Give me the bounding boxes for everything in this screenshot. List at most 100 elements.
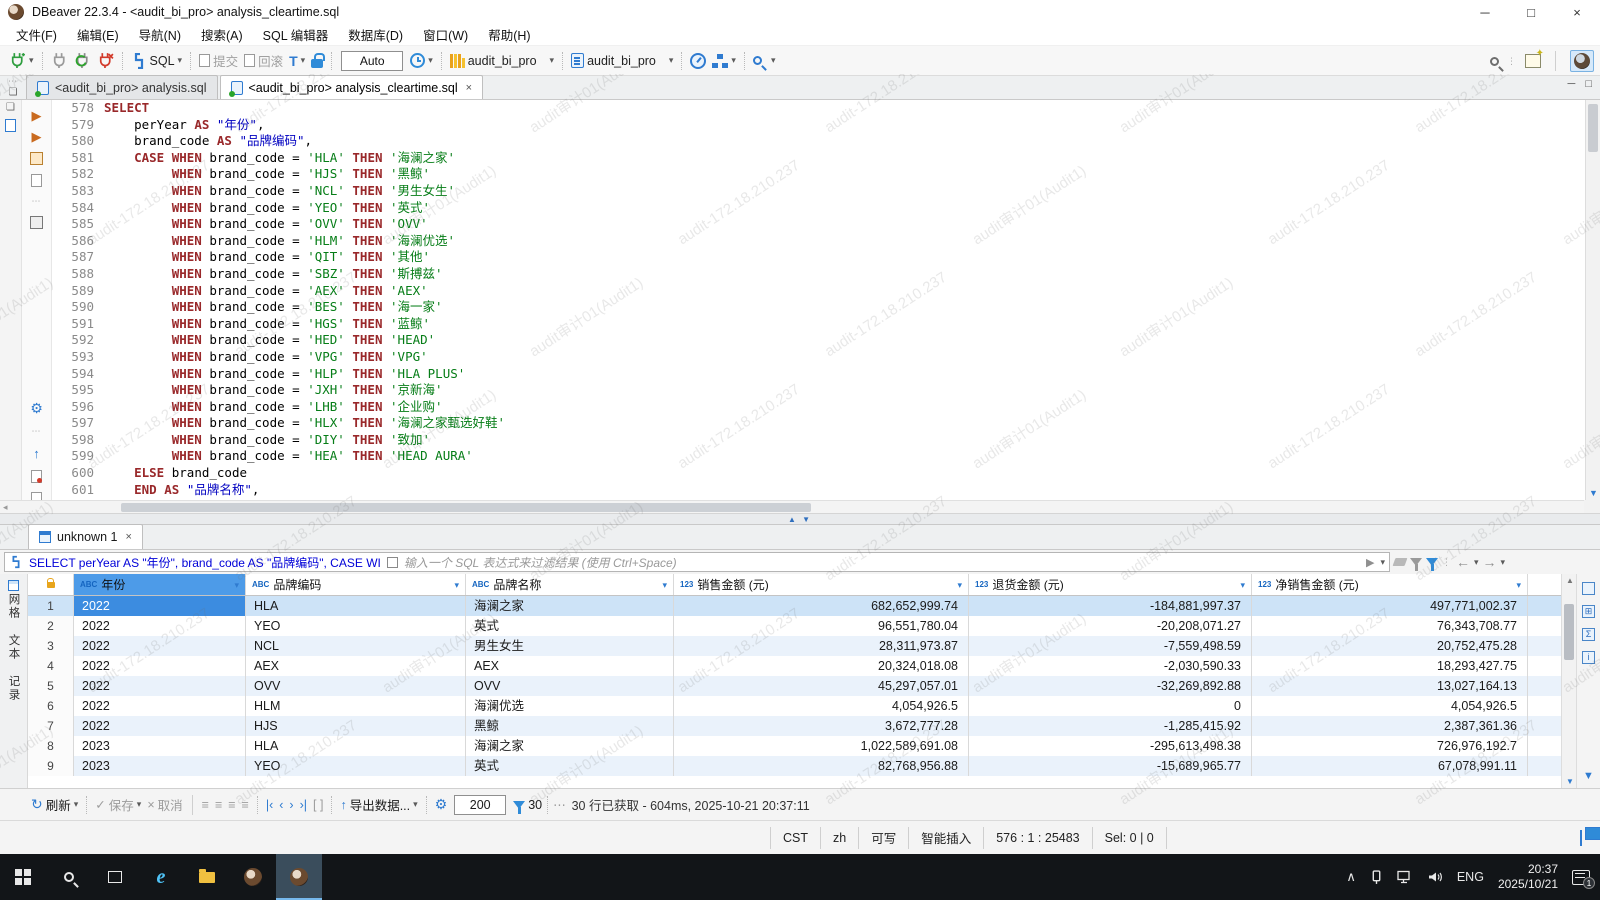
forward-icon[interactable]: → bbox=[1483, 554, 1497, 570]
delete-row-button[interactable]: ≡ bbox=[225, 796, 238, 814]
file-explorer-button[interactable] bbox=[184, 854, 230, 900]
code-line[interactable]: 593 WHEN brand_code = 'VPG' THEN 'VPG' bbox=[52, 349, 1585, 366]
settings-gear-icon[interactable]: ⚙ bbox=[30, 400, 43, 417]
grid-settings-gear[interactable]: ⚙ bbox=[432, 794, 451, 815]
table-row[interactable]: 22022YEO英式96,551,780.04-20,208,071.2776,… bbox=[28, 616, 1561, 636]
dbeaver-taskbar-button-active[interactable] bbox=[276, 854, 322, 900]
sql-editor-button[interactable]: SQL ▾ bbox=[128, 51, 186, 71]
editor-tab[interactable]: <audit_bi_pro> analysis_cleartime.sql× bbox=[220, 75, 484, 99]
disconnect-button[interactable] bbox=[48, 50, 71, 71]
execute-script-button[interactable]: ▶ bbox=[32, 131, 42, 143]
first-page-button[interactable]: |‹ bbox=[263, 796, 276, 814]
grid-corner-lock[interactable] bbox=[28, 574, 74, 595]
grid-cell[interactable]: 20,324,018.08 bbox=[674, 656, 969, 676]
sort-caret-icon[interactable]: ▾ bbox=[454, 574, 459, 596]
database-selector[interactable]: audit_bi_pro ▾ bbox=[447, 52, 557, 70]
column-header[interactable]: 123销售金额 (元)▾ bbox=[674, 574, 969, 595]
menu-item[interactable]: 窗口(W) bbox=[413, 23, 478, 46]
grid-cell[interactable]: -184,881,997.37 bbox=[969, 596, 1252, 616]
tray-expand-icon[interactable]: ∧ bbox=[1346, 869, 1356, 885]
language-indicator[interactable]: ENG bbox=[1457, 870, 1484, 884]
open-perspective-icon[interactable] bbox=[1525, 54, 1541, 68]
custom-filter-icon[interactable] bbox=[1426, 558, 1438, 566]
network-icon[interactable] bbox=[1397, 870, 1413, 884]
sort-caret-icon[interactable]: ▾ bbox=[1240, 574, 1245, 596]
calc-panel-icon[interactable]: Σ bbox=[1582, 628, 1595, 641]
grid-cell[interactable]: 96,551,780.04 bbox=[674, 616, 969, 636]
table-row[interactable]: 42022AEXAEX20,324,018.08-2,030,590.3318,… bbox=[28, 656, 1561, 676]
minimize-button[interactable]: ─ bbox=[1462, 0, 1508, 24]
grid-cell[interactable]: -32,269,892.88 bbox=[969, 676, 1252, 696]
result-view-tab-grid[interactable]: 网格 bbox=[6, 580, 22, 620]
grid-cell[interactable]: 海澜优选 bbox=[466, 696, 674, 716]
connect-button[interactable]: ▾ bbox=[6, 50, 37, 71]
start-button[interactable] bbox=[0, 854, 46, 900]
menu-item[interactable]: 导航(N) bbox=[129, 23, 191, 46]
table-row[interactable]: 52022OVVOVV45,297,057.01-32,269,892.8813… bbox=[28, 676, 1561, 696]
sort-caret-icon[interactable]: ▾ bbox=[1516, 574, 1521, 596]
grid-cell[interactable]: YEO bbox=[246, 616, 466, 636]
code-line[interactable]: 596 WHEN brand_code = 'LHB' THEN '企业购' bbox=[52, 399, 1585, 416]
commit-mode-box[interactable]: Auto bbox=[341, 51, 403, 71]
column-header[interactable]: 123净销售金额 (元)▾ bbox=[1252, 574, 1528, 595]
save-button[interactable]: ✓ 保存 ▾ bbox=[92, 793, 144, 816]
code-line[interactable]: 591 WHEN brand_code = 'HGS' THEN '蓝鲸' bbox=[52, 316, 1585, 333]
scroll-up-icon[interactable]: ▲ bbox=[1566, 576, 1574, 585]
grid-cell[interactable]: -1,285,415.92 bbox=[969, 716, 1252, 736]
grid-cell[interactable]: 2022 bbox=[74, 676, 246, 696]
grid-cell[interactable]: -2,030,590.33 bbox=[969, 656, 1252, 676]
row-number[interactable]: 7 bbox=[28, 716, 74, 736]
fetch-all-button[interactable]: [ ] bbox=[310, 796, 326, 814]
taskbar-search-button[interactable] bbox=[46, 854, 92, 900]
code-line[interactable]: 586 WHEN brand_code = 'HLM' THEN '海澜优选' bbox=[52, 233, 1585, 250]
code-line[interactable]: 590 WHEN brand_code = 'BES' THEN '海一家' bbox=[52, 299, 1585, 316]
row-number[interactable]: 3 bbox=[28, 636, 74, 656]
grid-cell[interactable]: 2,387,361.36 bbox=[1252, 716, 1528, 736]
code-line[interactable]: 582 WHEN brand_code = 'HJS' THEN '黑鲸' bbox=[52, 166, 1585, 183]
export-data-button[interactable]: ↑ 导出数据... ▾ bbox=[337, 793, 420, 816]
caret-down-icon[interactable]: ▾ bbox=[1380, 557, 1385, 568]
row-number[interactable]: 6 bbox=[28, 696, 74, 716]
menu-item[interactable]: 文件(F) bbox=[6, 23, 67, 46]
grid-cell[interactable]: -20,208,071.27 bbox=[969, 616, 1252, 636]
menu-item[interactable]: 数据库(D) bbox=[338, 23, 413, 46]
metadata-panel-icon[interactable]: i bbox=[1582, 651, 1595, 664]
menu-item[interactable]: 编辑(E) bbox=[67, 23, 129, 46]
restore-icon[interactable]: ❏ bbox=[6, 102, 15, 113]
restore-panel-icon[interactable]: ❏ bbox=[9, 87, 18, 98]
grid-cell[interactable]: 82,768,956.88 bbox=[674, 756, 969, 776]
scroll-left-icon[interactable]: ◂ bbox=[0, 502, 11, 513]
minimize-panel-icon[interactable]: ─ bbox=[1568, 78, 1576, 90]
grid-cell[interactable]: 13,027,164.13 bbox=[1252, 676, 1528, 696]
grid-cell[interactable]: 45,297,057.01 bbox=[674, 676, 969, 696]
notifications-icon[interactable] bbox=[1580, 831, 1582, 845]
menu-item[interactable]: SQL 编辑器 bbox=[253, 23, 339, 46]
add-row-button[interactable]: ≡ bbox=[199, 796, 212, 814]
table-row[interactable]: 82023HLA海澜之家1,022,589,691.08-295,613,498… bbox=[28, 736, 1561, 756]
editor-tab[interactable]: <audit_bi_pro> analysis.sql bbox=[26, 75, 218, 99]
sort-caret-icon[interactable]: ▾ bbox=[957, 574, 962, 596]
grid-cell[interactable]: 2022 bbox=[74, 696, 246, 716]
schema-selector[interactable]: audit_bi_pro ▾ bbox=[568, 51, 676, 70]
grid-vertical-scrollbar[interactable]: ▲ ▼ bbox=[1561, 574, 1576, 788]
grid-cell[interactable]: 男生女生 bbox=[466, 636, 674, 656]
expand-filter-icon[interactable] bbox=[387, 557, 398, 568]
dashboard-button[interactable] bbox=[687, 51, 709, 71]
grid-cell[interactable]: 3,672,777.28 bbox=[674, 716, 969, 736]
column-header[interactable]: ABC品牌名称▾ bbox=[466, 574, 674, 595]
transaction-mode-button[interactable]: T ▾ bbox=[286, 51, 308, 71]
grid-cell[interactable]: 682,652,999.74 bbox=[674, 596, 969, 616]
volume-icon[interactable] bbox=[1427, 870, 1443, 884]
filter-input[interactable]: SELECT perYear AS "年份", brand_code AS "品… bbox=[4, 552, 1390, 572]
code-line[interactable]: 580 brand_code AS "品牌编码", bbox=[52, 133, 1585, 150]
grid-cell[interactable]: 2023 bbox=[74, 756, 246, 776]
row-number[interactable]: 1 bbox=[28, 596, 74, 616]
reconnect-button[interactable] bbox=[71, 50, 94, 71]
scrollbar-thumb[interactable] bbox=[1588, 104, 1598, 152]
output-panel-icon[interactable] bbox=[30, 216, 43, 229]
remove-filter-icon[interactable] bbox=[1410, 558, 1422, 566]
scroll-down-icon[interactable]: ▼ bbox=[1589, 488, 1598, 498]
grid-cell[interactable]: 18,293,427.75 bbox=[1252, 656, 1528, 676]
code-line[interactable]: 592 WHEN brand_code = 'HED' THEN 'HEAD' bbox=[52, 332, 1585, 349]
usb-icon[interactable] bbox=[1370, 870, 1383, 885]
